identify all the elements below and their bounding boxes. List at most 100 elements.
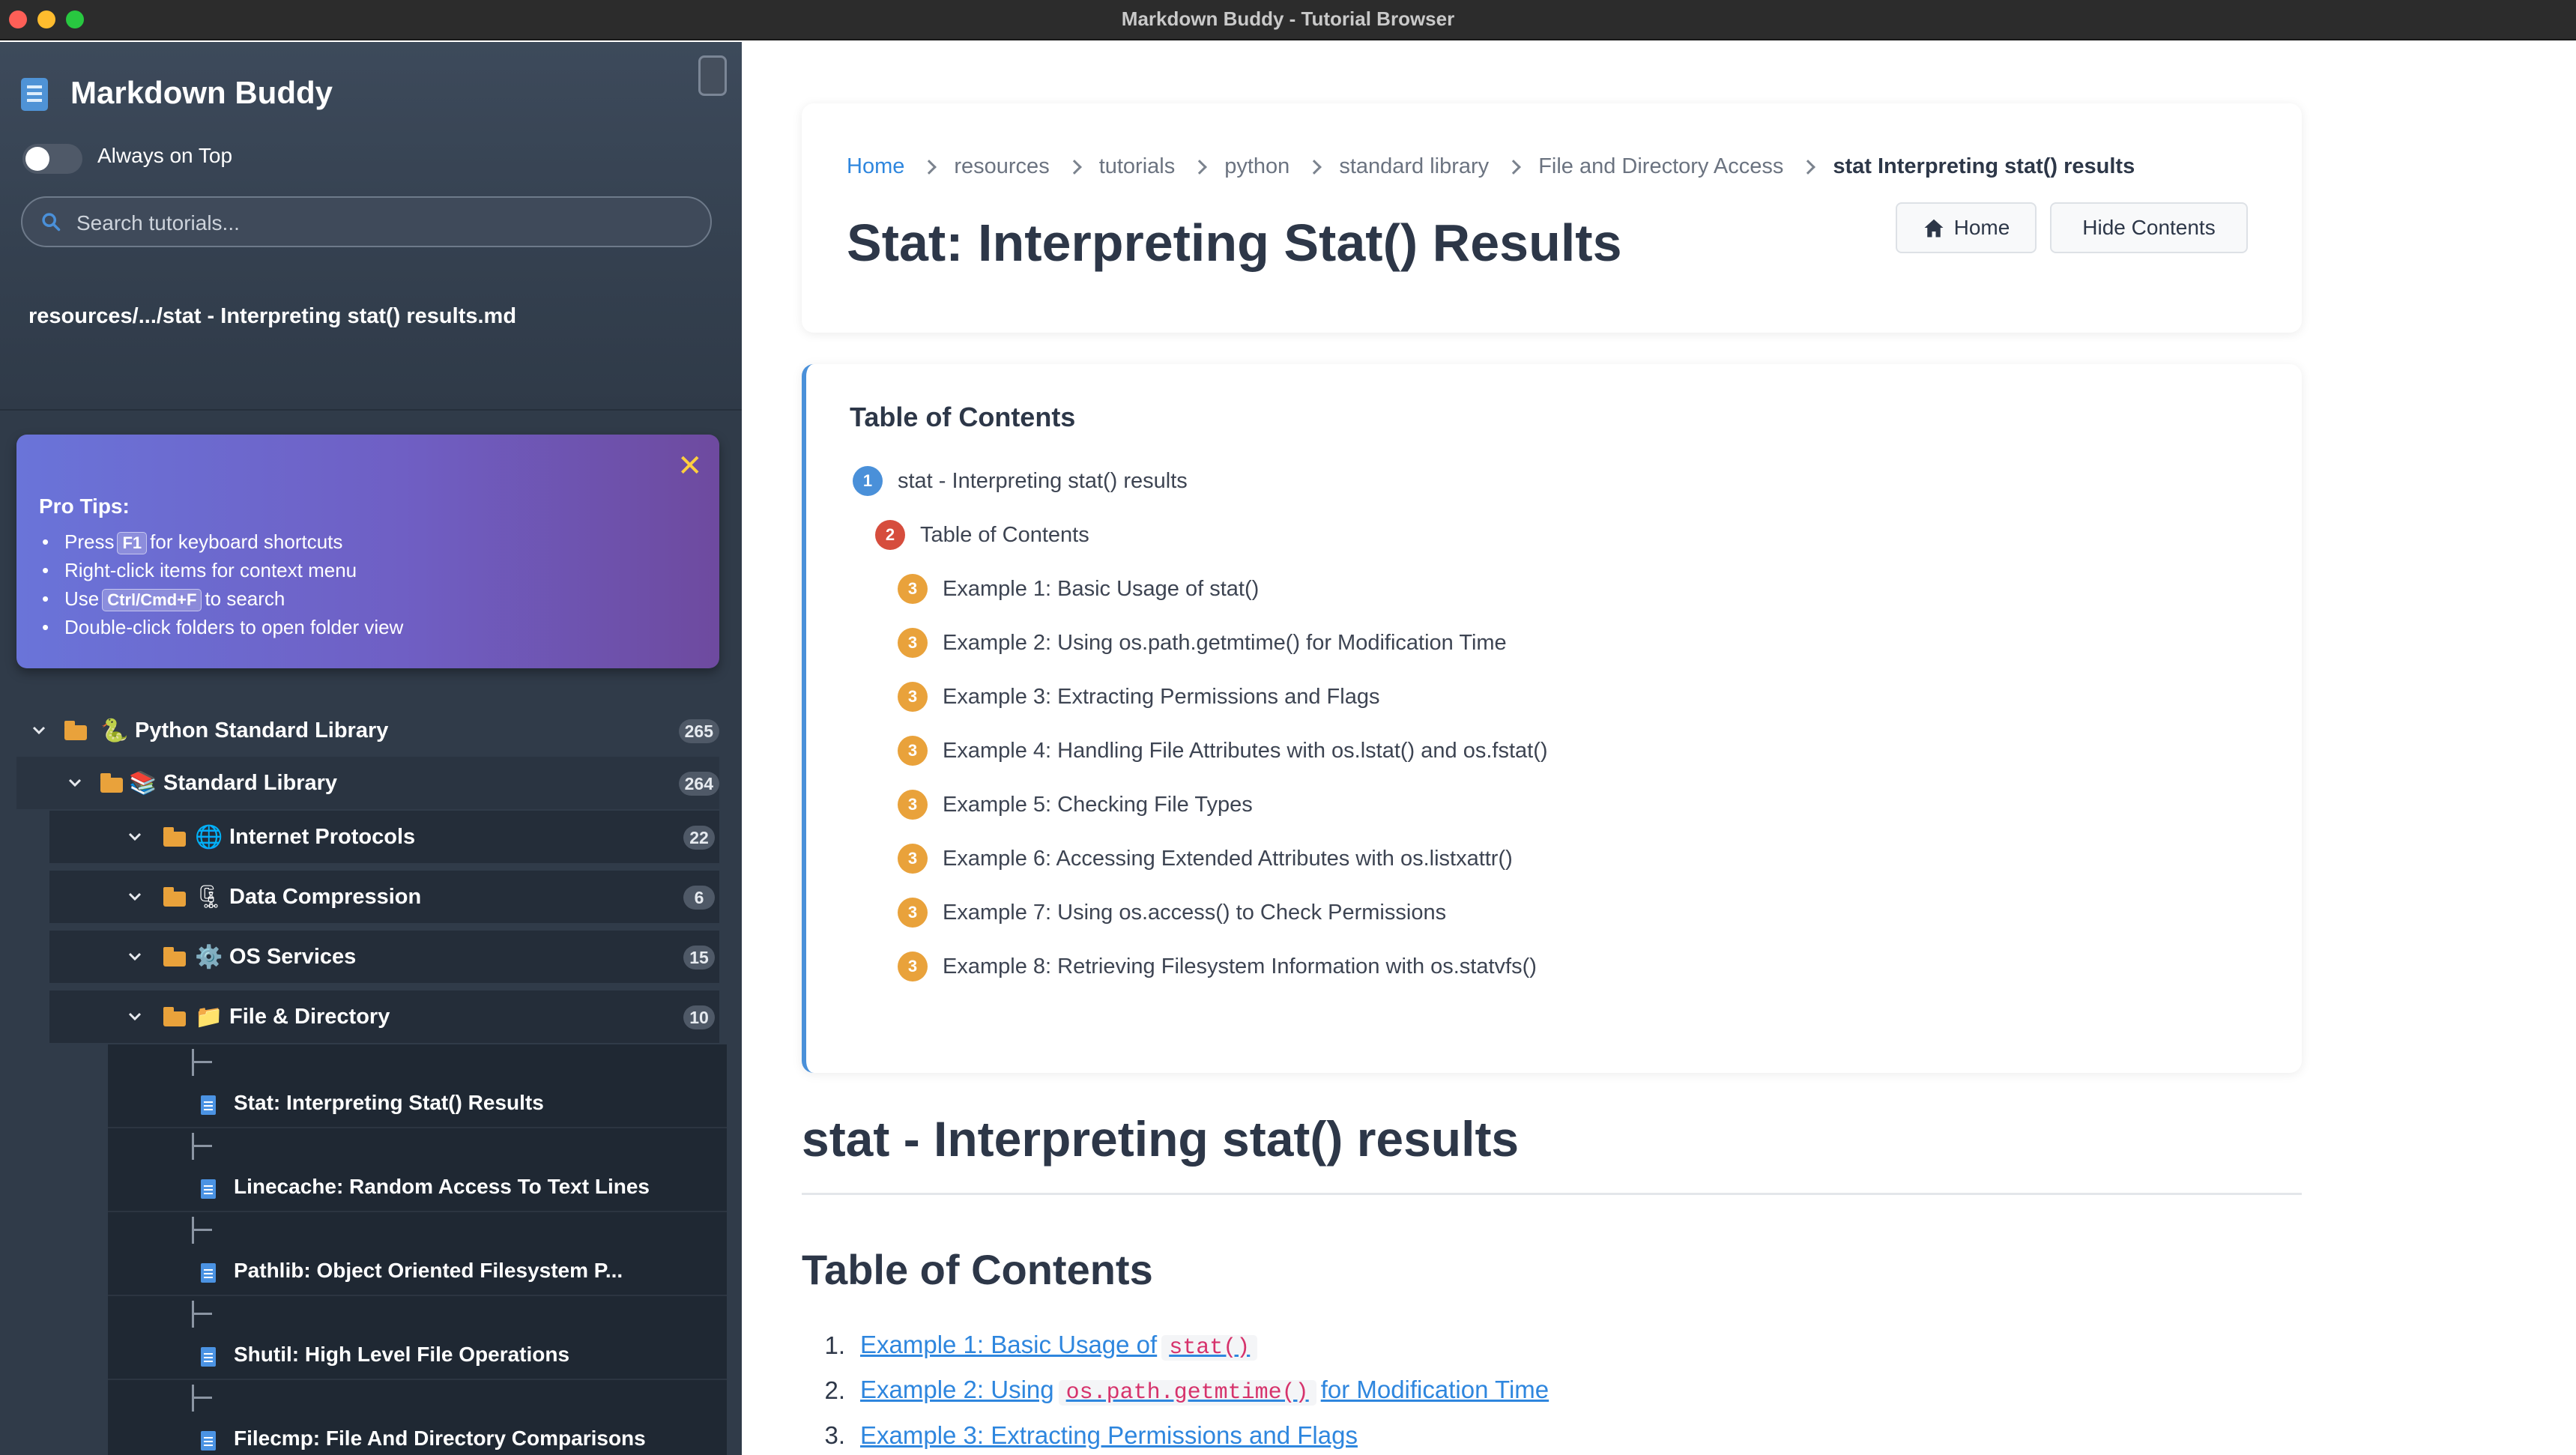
window-toggle-button[interactable] [698, 55, 727, 96]
toc-link[interactable]: Example 1: Basic Usage of stat() [860, 1331, 1262, 1361]
tree-file-item[interactable]: Pathlib: Object Oriented Filesystem P... [108, 1212, 727, 1296]
folder-icon [163, 827, 186, 847]
breadcrumb-standard-library[interactable]: standard library [1339, 154, 1489, 179]
home-button[interactable]: Home [1896, 202, 2037, 253]
tree-file-item[interactable]: Shutil: High Level File Operations [108, 1296, 727, 1380]
toc-link[interactable]: Example 2: Using os.path.getmtime() for Mo… [860, 1376, 1549, 1406]
toc-item[interactable]: 3 Example 1: Basic Usage of stat() [898, 574, 1259, 604]
tip-text: to search [205, 587, 285, 610]
list-item: 1. Example 1: Basic Usage of stat() [802, 1323, 1549, 1368]
toggle-knob [25, 147, 49, 171]
gear-icon: ⚙️ [195, 944, 223, 970]
tip-text: for keyboard shortcuts [150, 530, 343, 553]
tree-folder-python-standard-library[interactable]: 🐍 Python Standard Library 265 [30, 704, 719, 757]
breadcrumb-python[interactable]: python [1224, 154, 1289, 179]
search-input[interactable] [76, 208, 691, 238]
tree-file-item[interactable]: Filecmp: File And Directory Comparisons [108, 1380, 727, 1455]
toc-item[interactable]: 3 Example 5: Checking File Types [898, 790, 1253, 820]
tree-branch-line [192, 1217, 214, 1244]
tree-folder-internet-protocols[interactable]: 🌐 Internet Protocols 22 [49, 811, 719, 863]
breadcrumb-file-directory-access[interactable]: File and Directory Access [1538, 154, 1783, 179]
toc-link[interactable]: Example 3: Extracting Permissions and Fl… [860, 1421, 1358, 1450]
tree-folder-data-compression[interactable]: 🗜 Data Compression 6 [49, 871, 719, 923]
tree-file-item[interactable]: Linecache: Random Access To Text Lines [108, 1128, 727, 1212]
toc-level-badge: 3 [898, 790, 928, 820]
count-badge: 6 [683, 886, 715, 910]
tree-file-item[interactable]: Stat: Interpreting Stat() Results [108, 1044, 727, 1128]
toc-level-badge: 2 [875, 520, 905, 550]
toc-level-badge: 3 [898, 574, 928, 604]
toc-level-badge: 3 [898, 628, 928, 658]
content-subheading: Table of Contents [802, 1246, 1153, 1293]
chevron-down-icon[interactable] [30, 722, 48, 739]
home-button-label: Home [1953, 216, 2010, 239]
title-bar: Markdown Buddy - Tutorial Browser [0, 0, 2576, 40]
app-title: Markdown Buddy [70, 75, 333, 110]
toc-item[interactable]: 3 Example 8: Retrieving Filesystem Inform… [898, 952, 1537, 981]
window-title: Markdown Buddy - Tutorial Browser [1121, 7, 1455, 30]
always-on-top-toggle[interactable] [22, 144, 82, 174]
toc-item[interactable]: 3 Example 3: Extracting Permissions and F… [898, 682, 1379, 712]
table-of-contents: Table of Contents 1 stat - Interpreting s… [802, 364, 2302, 1073]
globe-icon: 🌐 [195, 824, 223, 850]
toc-item-label: Table of Contents [920, 522, 1089, 547]
chevron-down-icon[interactable] [126, 948, 144, 966]
toc-item[interactable]: 2 Table of Contents [875, 520, 1089, 550]
tree-folder-os-services[interactable]: ⚙️ OS Services 15 [49, 931, 719, 983]
tree-branch-line [192, 1049, 214, 1076]
tree-branch-line [192, 1301, 214, 1328]
count-badge: 265 [678, 719, 719, 743]
chevron-right-icon [1066, 159, 1082, 175]
pro-tips-heading: Pro Tips: [39, 494, 130, 518]
chevron-right-icon [1506, 159, 1522, 175]
snake-icon: 🐍 [100, 718, 129, 743]
toc-level-badge: 3 [898, 682, 928, 712]
hide-contents-button[interactable]: Hide Contents [2050, 202, 2248, 253]
breadcrumb-home[interactable]: Home [847, 154, 904, 179]
chevron-down-icon[interactable] [126, 888, 144, 906]
tip-item: UseCtrl/Cmd+Fto search [39, 584, 403, 613]
search-icon [42, 213, 61, 232]
list-number: 1. [824, 1331, 845, 1359]
chevron-down-icon[interactable] [126, 828, 144, 846]
link-text: for Modification Time [1320, 1376, 1549, 1403]
tree-label: Python Standard Library [135, 718, 389, 742]
tree-branch-line [192, 1385, 214, 1412]
tree-label: File & Directory [229, 1004, 390, 1029]
breadcrumb-tutorials[interactable]: tutorials [1099, 154, 1176, 179]
toc-item[interactable]: 1 stat - Interpreting stat() results [853, 466, 1188, 496]
chevron-down-icon[interactable] [126, 1008, 144, 1026]
books-icon: 📚 [129, 770, 157, 796]
toc-item[interactable]: 3 Example 2: Using os.path.getmtime() for… [898, 628, 1507, 658]
chevron-right-icon [1307, 159, 1322, 175]
file-label: Shutil: High Level File Operations [234, 1343, 570, 1366]
divider [802, 1193, 2302, 1195]
pro-tips-panel: ✕ Pro Tips: PressF1for keyboard shortcut… [16, 435, 719, 668]
document-icon [201, 1347, 216, 1367]
tree-folder-file-directory[interactable]: 📁 File & Directory 10 [49, 990, 719, 1043]
tree-label: Data Compression [229, 884, 422, 909]
chevron-right-icon [1801, 159, 1816, 175]
list-item: 2. Example 2: Using os.path.getmtime() for… [802, 1368, 1549, 1413]
toc-level-badge: 3 [898, 952, 928, 981]
toc-item[interactable]: 3 Example 4: Handling File Attributes wit… [898, 736, 1548, 766]
file-label: Pathlib: Object Oriented Filesystem P... [234, 1259, 623, 1282]
toc-item[interactable]: 3 Example 7: Using os.access() to Check P… [898, 898, 1446, 928]
always-on-top-label: Always on Top [97, 144, 233, 167]
sidebar-header: Markdown Buddy Always on Top resources/.… [0, 42, 742, 411]
tip-text: Double-click folders to open folder view [64, 616, 404, 638]
link-text: Example 3: Extracting Permissions and Fl… [860, 1421, 1358, 1449]
tree-folder-standard-library[interactable]: 📚 Standard Library 264 [16, 757, 719, 809]
document-icon [201, 1095, 216, 1115]
folder-icon [163, 887, 186, 907]
toc-item-label: Example 6: Accessing Extended Attributes… [943, 846, 1513, 871]
file-label: Stat: Interpreting Stat() Results [234, 1091, 544, 1114]
toc-item[interactable]: 3 Example 6: Accessing Extended Attribute… [898, 844, 1513, 874]
document-icon [201, 1179, 216, 1199]
chevron-down-icon[interactable] [66, 774, 84, 792]
close-icon[interactable]: ✕ [677, 451, 703, 481]
breadcrumb-resources[interactable]: resources [954, 154, 1049, 179]
folder-icon [163, 1007, 186, 1026]
toc-item-label: Example 3: Extracting Permissions and Fl… [943, 684, 1380, 709]
file-label: Filecmp: File And Directory Comparisons [234, 1427, 646, 1450]
